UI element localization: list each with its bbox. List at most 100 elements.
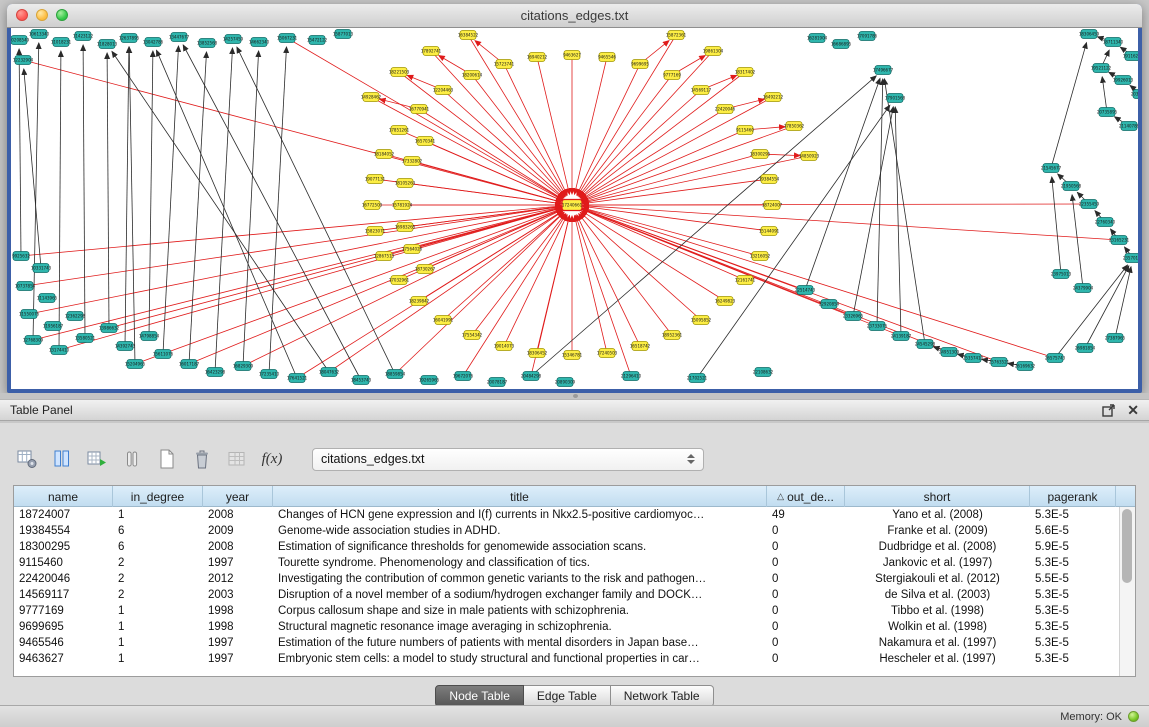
- graph-node[interactable]: 11423122: [73, 32, 94, 41]
- table-cell[interactable]: 1998: [203, 619, 273, 635]
- vertical-scrollbar[interactable]: [1119, 507, 1135, 676]
- table-cell[interactable]: Dudbridge et al. (2008): [845, 539, 1030, 555]
- graph-node[interactable]: 16686895: [831, 40, 852, 49]
- column-header-out-de-[interactable]: △out_de...: [767, 486, 845, 507]
- graph-node[interactable]: 24379904: [1073, 284, 1094, 293]
- graph-edge[interactable]: [25, 207, 561, 286]
- table-cell[interactable]: 0: [767, 539, 845, 555]
- graph-node[interactable]: 27387965: [1105, 334, 1126, 343]
- graph-node[interactable]: 16772503: [362, 201, 383, 210]
- graph-node[interactable]: 18105263: [395, 179, 416, 188]
- graph-node[interactable]: 13042786: [143, 38, 164, 47]
- graph-node[interactable]: 20890309: [555, 378, 576, 387]
- graph-node[interactable]: 13580521: [75, 334, 96, 343]
- table-row[interactable]: 1830029562008Estimation of significance …: [14, 539, 1120, 555]
- graph-edge[interactable]: [583, 204, 1089, 205]
- table-cell[interactable]: 1997: [203, 651, 273, 667]
- graph-node[interactable]: 10613340: [29, 30, 50, 39]
- graph-edge[interactable]: [163, 46, 179, 354]
- new-column-button[interactable]: [84, 446, 110, 472]
- table-row[interactable]: 946362711997Embryonic stem cells: a mode…: [14, 651, 1120, 667]
- table-cell[interactable]: 5.3E-5: [1030, 587, 1116, 603]
- graph-node[interactable]: 18730267: [415, 265, 436, 274]
- close-panel-icon[interactable]: ✕: [1127, 403, 1139, 417]
- table-cell[interactable]: 18724007: [14, 507, 113, 523]
- graph-node[interactable]: 9115460: [736, 126, 754, 135]
- table-cell[interactable]: 2008: [203, 507, 273, 523]
- graph-node[interactable]: 22420046: [715, 105, 736, 114]
- graph-edge[interactable]: [579, 51, 713, 197]
- graph-edge[interactable]: [297, 211, 563, 378]
- graph-node[interactable]: 18317402: [735, 68, 756, 77]
- table-cell[interactable]: 22420046: [14, 571, 113, 587]
- graph-edge[interactable]: [59, 51, 61, 350]
- graph-node[interactable]: 15095852: [691, 316, 712, 325]
- table-row[interactable]: 1938455462009Genome-wide association stu…: [14, 523, 1120, 539]
- select-columns-button[interactable]: [49, 446, 75, 472]
- graph-edge[interactable]: [1052, 177, 1061, 274]
- table-cell[interactable]: 18300295: [14, 539, 113, 555]
- graph-node[interactable]: 16041991: [433, 316, 454, 325]
- graph-node[interactable]: 16384522: [458, 31, 479, 40]
- graph-node[interactable]: 10737854: [15, 282, 36, 291]
- graph-edge[interactable]: [582, 130, 745, 201]
- table-cell[interactable]: 49: [767, 507, 845, 523]
- graph-node[interactable]: 13216052: [750, 252, 771, 261]
- table-cell[interactable]: 0: [767, 603, 845, 619]
- graph-edge[interactable]: [575, 216, 608, 353]
- table-cell[interactable]: Nakamura et al. (1997): [845, 635, 1030, 651]
- graph-node[interactable]: 18306459: [1079, 30, 1100, 39]
- graph-edge[interactable]: [583, 208, 1056, 358]
- table-row[interactable]: 911546021997Tourette syndrome. Phenomeno…: [14, 555, 1120, 571]
- graph-edge[interactable]: [287, 38, 563, 199]
- graph-node[interactable]: 15872361: [666, 31, 687, 40]
- graph-edge[interactable]: [583, 206, 769, 231]
- graph-node[interactable]: 13986632: [99, 324, 120, 333]
- graph-node[interactable]: 19265965: [419, 376, 440, 385]
- graph-node[interactable]: 20484298: [521, 372, 542, 381]
- table-cell[interactable]: Yano et al. (2008): [845, 507, 1030, 523]
- graph-edge[interactable]: [580, 212, 701, 320]
- graph-edge[interactable]: [19, 49, 21, 256]
- graph-node[interactable]: 16983265: [395, 223, 416, 232]
- table-options-button[interactable]: [14, 446, 40, 472]
- graph-edge[interactable]: [189, 52, 207, 364]
- tab-network-table[interactable]: Network Table: [611, 685, 714, 707]
- graph-node[interactable]: 12362298: [65, 312, 86, 321]
- graph-node[interactable]: 15472122: [307, 36, 328, 45]
- new-file-button[interactable]: [154, 446, 180, 472]
- import-table-button[interactable]: [224, 446, 250, 472]
- graph-node[interactable]: 13447677: [169, 33, 190, 42]
- table-cell[interactable]: 2: [113, 555, 203, 571]
- graph-edge[interactable]: [215, 48, 233, 372]
- graph-node[interactable]: 22514743: [795, 286, 816, 295]
- table-cell[interactable]: 9777169: [14, 603, 113, 619]
- graph-node[interactable]: 16940212: [527, 53, 548, 62]
- table-cell[interactable]: 5.3E-5: [1030, 635, 1116, 651]
- graph-node[interactable]: 16423298: [205, 368, 226, 377]
- graph-node[interactable]: 17332802: [402, 157, 423, 166]
- graph-edge[interactable]: [431, 51, 565, 197]
- graph-edge[interactable]: [157, 50, 298, 378]
- graph-node[interactable]: 16770941: [409, 105, 430, 114]
- table-cell[interactable]: de Silva et al. (2003): [845, 587, 1030, 603]
- column-header-title[interactable]: title: [273, 486, 767, 507]
- table-row[interactable]: 969969511998Structural magnetic resonanc…: [14, 619, 1120, 635]
- graph-node[interactable]: 23733076: [867, 322, 888, 331]
- graph-node[interactable]: 16249823: [715, 297, 736, 306]
- graph-node[interactable]: 18047632: [319, 368, 340, 377]
- network-canvas[interactable]: 1724066118724007193845541830029591154602…: [11, 28, 1138, 389]
- graph-edge[interactable]: [405, 183, 561, 204]
- graph-edge[interactable]: [1072, 195, 1083, 288]
- graph-node[interactable]: 11828013: [97, 40, 118, 49]
- graph-node[interactable]: 19384554: [759, 175, 780, 184]
- graph-node[interactable]: 24139187: [891, 332, 912, 341]
- graph-node[interactable]: 19077131: [365, 175, 386, 184]
- table-row[interactable]: 946554611997Estimation of the future num…: [14, 635, 1120, 651]
- graph-node[interactable]: 11018231: [51, 38, 72, 47]
- column-header-pagerank[interactable]: pagerank: [1030, 486, 1116, 507]
- graph-node[interactable]: 9925632: [12, 252, 30, 261]
- table-cell[interactable]: 2: [113, 587, 203, 603]
- graph-node[interactable]: 17235410: [259, 370, 280, 379]
- table-row[interactable]: 1456911722003Disruption of a novel membe…: [14, 587, 1120, 603]
